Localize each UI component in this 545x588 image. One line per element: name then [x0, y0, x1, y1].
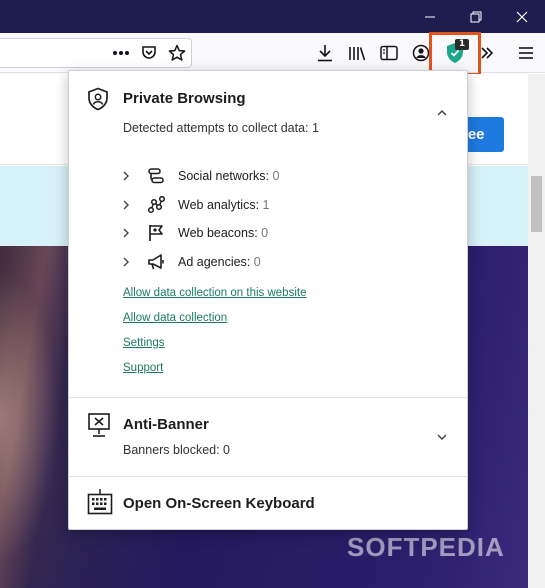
chevron-double-right-icon — [481, 47, 494, 59]
minimize-icon — [425, 16, 435, 17]
hamburger-menu-icon — [519, 47, 533, 59]
app-menu-button[interactable] — [511, 33, 541, 73]
chevron-right-icon — [123, 171, 129, 181]
hero-portrait-edge — [0, 246, 70, 588]
allow-data-collection-link[interactable]: Allow data collection — [123, 312, 227, 324]
chevron-right-icon — [123, 228, 129, 238]
page-scrollbar[interactable] — [528, 74, 545, 588]
more-dots-icon — [113, 51, 129, 55]
category-count: 0 — [272, 169, 280, 183]
sidebar-icon — [380, 45, 398, 61]
open-keyboard-row[interactable]: Open On-Screen Keyboard — [69, 477, 467, 529]
anti-banner-section[interactable]: Anti-Banner Banners blocked: 0 — [69, 398, 467, 476]
keyboard-icon — [87, 489, 113, 515]
anti-banner-icon — [88, 413, 110, 437]
social-networks-icon — [148, 168, 164, 184]
category-label: Web beacons: — [178, 226, 258, 240]
close-icon — [516, 11, 528, 22]
category-label: Social networks: — [178, 169, 270, 183]
page-actions-button[interactable] — [106, 33, 136, 73]
anti-banner-title: Anti-Banner — [123, 416, 209, 433]
category-label: Web analytics: — [178, 198, 260, 212]
chevron-right-icon — [123, 200, 129, 210]
allow-data-collection-website-link[interactable]: Allow data collection on this website — [123, 287, 306, 299]
settings-link[interactable]: Settings — [123, 337, 165, 349]
chevron-down-icon — [437, 434, 447, 441]
kaspersky-popup-panel: Private Browsing Detected attempts to co… — [68, 70, 468, 530]
private-browsing-shield-icon — [88, 87, 108, 111]
pocket-icon — [142, 46, 156, 59]
bookmark-star-button[interactable] — [162, 33, 192, 73]
sidebar-button[interactable] — [374, 33, 404, 73]
restore-icon — [470, 11, 482, 22]
restore-button[interactable] — [453, 0, 499, 33]
support-link[interactable]: Support — [123, 362, 163, 374]
detected-attempts-text: Detected attempts to collect data: 1 — [123, 121, 319, 135]
downloads-button[interactable] — [310, 33, 340, 73]
softpedia-watermark: SOFTPEDIA — [347, 532, 505, 562]
category-row-social-networks[interactable]: Social networks: 0 — [121, 167, 421, 189]
category-count: 1 — [262, 198, 270, 212]
category-row-ad-agencies[interactable]: Ad agencies: 0 — [121, 253, 421, 275]
category-count: 0 — [261, 226, 269, 240]
account-icon — [412, 44, 430, 62]
ad-agencies-icon — [148, 254, 164, 270]
category-count: 0 — [253, 255, 261, 269]
download-icon — [318, 45, 332, 62]
pocket-button[interactable] — [134, 33, 164, 73]
close-window-button[interactable] — [499, 0, 545, 33]
minimize-button[interactable] — [407, 0, 453, 33]
overflow-menu-button[interactable] — [472, 33, 502, 73]
star-icon — [168, 44, 186, 61]
category-row-web-analytics[interactable]: Web analytics: 1 — [121, 196, 421, 218]
category-label: Ad agencies: — [178, 255, 251, 269]
library-icon — [349, 47, 366, 61]
scrollbar-thumb[interactable] — [531, 176, 542, 232]
private-browsing-title: Private Browsing — [123, 90, 246, 107]
web-analytics-icon — [147, 196, 165, 214]
chevron-right-icon — [123, 257, 129, 267]
web-beacons-icon — [149, 225, 163, 241]
library-button[interactable] — [342, 33, 372, 73]
category-row-web-beacons[interactable]: Web beacons: 0 — [121, 224, 421, 246]
banners-blocked-text: Banners blocked: 0 — [123, 443, 231, 457]
chevron-up-icon[interactable] — [437, 109, 447, 117]
open-keyboard-label: Open On-Screen Keyboard — [123, 495, 315, 512]
